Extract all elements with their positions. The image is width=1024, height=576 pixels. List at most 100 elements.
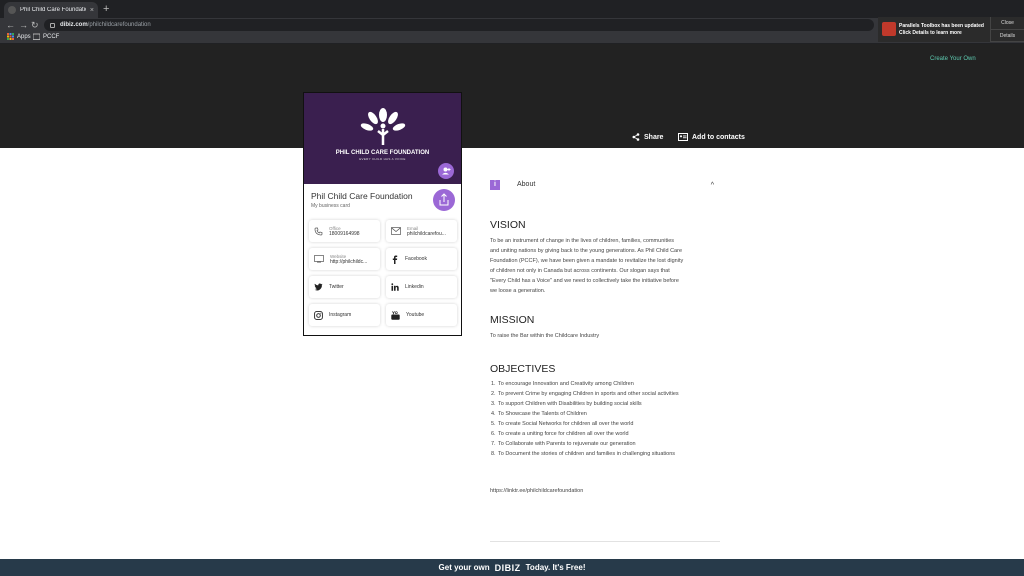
new-tab-button[interactable]: + bbox=[103, 3, 109, 15]
email-value: philchildcarefou... bbox=[407, 230, 446, 237]
notification-buttons: Close Details bbox=[990, 17, 1024, 42]
notification-body: Click Details to learn more bbox=[899, 30, 962, 36]
mission-heading: MISSION bbox=[490, 314, 535, 326]
vision-text: To be an instrument of change in the liv… bbox=[490, 236, 716, 296]
save-contact-button[interactable] bbox=[438, 163, 454, 179]
objective-number: 6. bbox=[491, 431, 496, 437]
youtube-tile[interactable]: Youtube bbox=[386, 304, 457, 326]
forward-arrow-icon[interactable]: → bbox=[19, 18, 28, 32]
person-add-icon bbox=[442, 167, 451, 175]
tab-close-icon[interactable]: × bbox=[90, 7, 94, 14]
promo-footer[interactable]: Get your own DIBIZ Today. It's Free! bbox=[0, 559, 1024, 576]
card-header: PHIL CHILD CARE FOUNDATION EVERY CHILD H… bbox=[304, 93, 461, 184]
url-host: dibiz.com bbox=[60, 22, 88, 28]
objective-item: 6. To create a uniting force for children… bbox=[491, 429, 716, 439]
notification-text: Parallels Toolbox has been updated Click… bbox=[899, 17, 990, 42]
email-tile[interactable]: Email philchildcarefou... bbox=[386, 220, 457, 242]
bookmarks-bar bbox=[0, 32, 1024, 44]
instagram-tile[interactable]: Instagram bbox=[309, 304, 380, 326]
info-icon: i bbox=[490, 180, 500, 190]
reload-icon[interactable]: ↻ bbox=[31, 18, 39, 32]
objective-item: 8. To Document the stories of children an… bbox=[491, 449, 716, 459]
instagram-icon bbox=[314, 310, 323, 320]
chevron-up-icon: ^ bbox=[710, 182, 714, 189]
footer-brand: DIBIZ bbox=[494, 562, 521, 573]
facebook-tile[interactable]: Facebook bbox=[386, 248, 457, 270]
objective-item: 2. To prevent Crime by engaging Children … bbox=[491, 389, 688, 399]
bookmark-label: PCCF bbox=[43, 33, 60, 40]
tree-logo-icon bbox=[360, 108, 406, 145]
card-name: Phil Child Care Foundation bbox=[311, 191, 413, 201]
add-to-contacts-label: Add to contacts bbox=[692, 133, 745, 141]
website-tile[interactable]: Website http://philchildc... bbox=[309, 248, 380, 270]
bookmark-pccf[interactable]: PCCF bbox=[33, 33, 59, 40]
card-tagline: EVERY CHILD HAS A VOICE bbox=[359, 157, 406, 161]
business-card: PHIL CHILD CARE FOUNDATION EVERY CHILD H… bbox=[303, 92, 462, 336]
vision-line: and uniting nations by giving back to th… bbox=[490, 248, 683, 254]
browser-tab[interactable]: Phil Child Care Foundation | Di × bbox=[4, 2, 98, 18]
create-your-own-link[interactable]: Create Your Own bbox=[930, 56, 976, 62]
objective-item: 1. To encourage Innovation and Creativity… bbox=[491, 379, 716, 389]
objective-text: To Document the stories of children and … bbox=[498, 451, 676, 457]
card-share-button[interactable] bbox=[433, 189, 455, 211]
vision-line: "Every Child has a Voice" and we need to… bbox=[490, 278, 679, 284]
notification-close-button[interactable]: Close bbox=[991, 17, 1024, 30]
youtube-icon bbox=[391, 310, 400, 320]
objective-text: To prevent Crime by engaging Children in… bbox=[498, 391, 679, 397]
twitter-tile[interactable]: Twitter bbox=[309, 276, 380, 298]
vision-line: To be an instrument of change in the liv… bbox=[490, 238, 675, 244]
youtube-label: Youtube bbox=[406, 312, 425, 318]
objective-item: 4. To Showcase the Talents of Children bbox=[491, 409, 716, 419]
objective-number: 7. bbox=[491, 441, 496, 447]
linkedin-tile[interactable]: Linkedin bbox=[386, 276, 457, 298]
linkedin-icon bbox=[391, 283, 399, 291]
website-icon bbox=[314, 255, 324, 263]
back-arrow-icon[interactable]: ← bbox=[6, 18, 15, 32]
about-toggle[interactable]: i About ^ bbox=[490, 180, 716, 192]
add-to-contacts-button[interactable]: Add to contacts bbox=[678, 133, 745, 141]
url-path: /philchildcarefoundation bbox=[87, 22, 151, 28]
apps-grid-icon bbox=[7, 33, 14, 40]
objective-number: 2. bbox=[491, 391, 496, 397]
footer-suffix: Today. It's Free! bbox=[525, 563, 586, 572]
share-icon bbox=[632, 133, 640, 141]
vision-line: we loose a generation. bbox=[490, 288, 546, 294]
about-label: About bbox=[517, 181, 536, 188]
favicon-icon bbox=[8, 6, 16, 14]
facebook-icon bbox=[392, 255, 398, 264]
notification-title: Parallels Toolbox has been updated bbox=[899, 23, 984, 29]
objective-number: 4. bbox=[491, 411, 496, 417]
share-button[interactable]: Share bbox=[632, 133, 663, 141]
url-text: dibiz.com/philchildcarefoundation bbox=[60, 22, 151, 28]
email-icon bbox=[391, 227, 401, 235]
objective-number: 3. bbox=[491, 401, 496, 407]
office-phone-tile[interactable]: Office 18009164998 bbox=[309, 220, 380, 242]
footer-prefix: Get your own bbox=[438, 563, 490, 572]
linktree-link[interactable]: https://linktr.ee/philchildcarefoundatio… bbox=[490, 488, 583, 494]
bookmark-apps[interactable]: Apps bbox=[7, 33, 31, 40]
vision-line: of children not only in Canada but acros… bbox=[490, 268, 670, 274]
instagram-label: Instagram bbox=[329, 312, 352, 318]
facebook-label: Facebook bbox=[405, 256, 427, 262]
objective-item: 3. To support Children with Disabilities … bbox=[491, 399, 716, 409]
notification-details-button[interactable]: Details bbox=[991, 30, 1024, 42]
objective-number: 1. bbox=[491, 381, 496, 387]
hero-banner bbox=[0, 44, 1024, 148]
objective-text: To encourage Innovation and Creativity a… bbox=[498, 381, 634, 387]
folder-icon bbox=[33, 33, 40, 40]
website-value: http://philchildc... bbox=[330, 258, 368, 265]
objective-item: 5. To create Social Networks for children… bbox=[491, 419, 716, 429]
objective-number: 8. bbox=[491, 451, 496, 457]
parallels-notification: Parallels Toolbox has been updated Click… bbox=[878, 17, 1024, 42]
share-label: Share bbox=[644, 133, 664, 141]
card-brand-text: PHIL CHILD CARE FOUNDATION bbox=[335, 150, 430, 156]
address-bar[interactable]: dibiz.com/philchildcarefoundation bbox=[44, 19, 874, 31]
mission-text: To raise the Bar within the Childcare In… bbox=[490, 333, 600, 339]
objectives-heading: OBJECTIVES bbox=[490, 363, 556, 375]
browser-tab-strip: Phil Child Care Foundation | Di × + bbox=[0, 0, 1024, 18]
objective-text: To Collaborate with Parents to rejuvenat… bbox=[498, 441, 636, 447]
lock-icon bbox=[50, 22, 55, 28]
office-value: 18009164998 bbox=[329, 230, 360, 237]
divider bbox=[490, 541, 720, 542]
upload-share-icon bbox=[439, 193, 449, 206]
